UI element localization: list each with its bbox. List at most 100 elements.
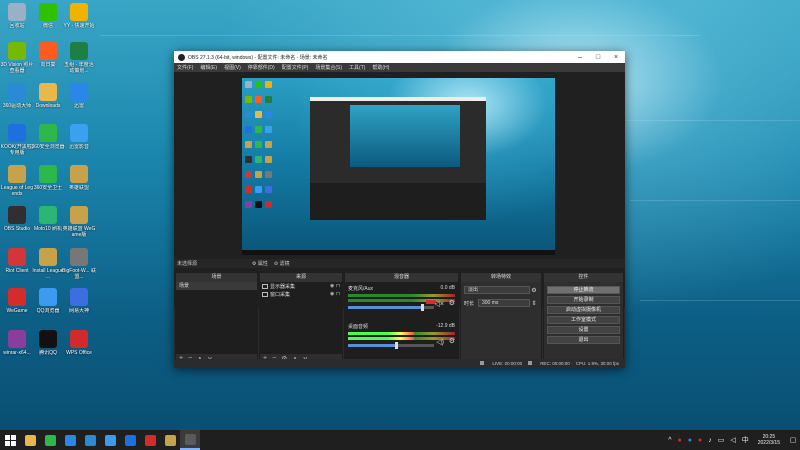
- desktop-icon[interactable]: 360安全卫士: [31, 165, 65, 191]
- tray-app-icon[interactable]: ●: [678, 437, 682, 444]
- volume-slider[interactable]: [348, 342, 434, 349]
- menu-item[interactable]: 场景集合(S): [315, 64, 342, 71]
- canvas-taskbar: [242, 250, 555, 255]
- desktop-icon[interactable]: OBS Studio: [0, 206, 34, 232]
- scene-item[interactable]: 场景: [176, 282, 257, 290]
- preview-recycle-bin-icon: [245, 81, 252, 88]
- desktop-icon[interactable]: 网易大神: [62, 288, 96, 314]
- chevron-up-icon[interactable]: ^: [668, 437, 671, 444]
- menu-item[interactable]: 配置文件(P): [282, 64, 309, 71]
- minimize-button[interactable]: –: [571, 54, 589, 61]
- desktop-icon[interactable]: Downloads: [31, 83, 65, 109]
- control-button[interactable]: 启动虚拟摄像机: [547, 306, 620, 314]
- network-icon[interactable]: ▭: [718, 436, 725, 444]
- notification-icon[interactable]: ▢: [786, 430, 800, 450]
- obs-titlebar[interactable]: OBS 27.1.3 (64-bit, windows) - 配置文件: 未命名…: [174, 51, 625, 63]
- volume-icon[interactable]: ◁: [730, 436, 735, 444]
- desktop-icon[interactable]: 五组 - 年度活动策划...: [62, 42, 96, 74]
- duration-label: 时长: [464, 300, 475, 307]
- speaker-icon[interactable]: ◁×: [435, 300, 444, 308]
- source-item[interactable]: 显示器采集 ◉ ⊓: [260, 282, 342, 290]
- taskbar-app[interactable]: [20, 430, 40, 450]
- microphone-icon[interactable]: ♪: [708, 437, 712, 444]
- taskbar-app[interactable]: [60, 430, 80, 450]
- obs-window[interactable]: OBS 27.1.3 (64-bit, windows) - 配置文件: 未命名…: [174, 51, 625, 368]
- preview-lol-install-icon: [255, 171, 262, 178]
- close-button[interactable]: ×: [607, 54, 625, 61]
- desktop-icon[interactable]: 腾讯QQ: [31, 330, 65, 356]
- start-button[interactable]: [0, 430, 20, 450]
- control-button[interactable]: 停止推流: [547, 286, 620, 294]
- preview-canvas[interactable]: [242, 78, 555, 255]
- menu-item[interactable]: 工具(T): [349, 64, 365, 71]
- taskbar-app[interactable]: [100, 430, 120, 450]
- desktop-icon[interactable]: KOOK(开黑啦)专用版: [0, 124, 34, 156]
- 360-browser-icon: [44, 434, 56, 446]
- desktop-icon[interactable]: YY - 快速开始: [62, 3, 96, 29]
- filters-button[interactable]: ⊘ 滤镜: [274, 260, 290, 267]
- desktop-icon[interactable]: Install League ...: [31, 248, 65, 280]
- desktop-icon-label: League of Legends: [1, 185, 33, 197]
- control-button[interactable]: 开始录制: [547, 296, 620, 304]
- desktop-icon[interactable]: 英雄联盟 WeGame版: [62, 206, 96, 238]
- desktop-icon[interactable]: 向日葵: [31, 42, 65, 68]
- lock-icon[interactable]: ⊓: [336, 291, 342, 297]
- lock-icon[interactable]: ⊓: [336, 283, 342, 289]
- desktop-icon[interactable]: 微信: [31, 3, 65, 29]
- clock[interactable]: 20:25 2022/3/15: [758, 434, 780, 446]
- menu-item[interactable]: 视图(V): [224, 64, 241, 71]
- preview-lol-icon: [245, 141, 252, 148]
- desktop-icon[interactable]: WeGame: [0, 288, 34, 314]
- duration-input[interactable]: 300 ms: [478, 299, 530, 307]
- desktop-icon[interactable]: QQ浏览器: [31, 288, 65, 314]
- file-explorer-icon: [24, 434, 36, 446]
- desktop-icon[interactable]: WPS Office: [62, 330, 96, 356]
- qq-browser-icon: [39, 288, 57, 306]
- taskbar-app[interactable]: [120, 430, 140, 450]
- menu-item[interactable]: 文件(F): [177, 64, 193, 71]
- windows-logo-icon: [4, 434, 16, 446]
- desktop-icon[interactable]: 3D Vision 照片查看器: [0, 42, 34, 74]
- properties-button[interactable]: ⚙ 属性: [252, 260, 268, 267]
- gear-icon[interactable]: ⚙: [449, 299, 455, 307]
- desktop-icon[interactable]: 360驱动大师: [0, 83, 34, 109]
- desktop-icon[interactable]: League of Legends: [0, 165, 34, 197]
- ime-indicator[interactable]: 中: [742, 435, 749, 445]
- taskbar-app[interactable]: [180, 430, 200, 450]
- speaker-icon[interactable]: ◁): [436, 338, 444, 346]
- scenes-dock: 场景 场景 + − ∧ ∨: [175, 272, 258, 364]
- control-button[interactable]: 退出: [547, 336, 620, 344]
- menu-item[interactable]: 停靠部件(D): [248, 64, 275, 71]
- maximize-button[interactable]: □: [589, 54, 607, 61]
- desktop-icon-label: 向日葵: [40, 62, 56, 68]
- desktop-icon[interactable]: Riot Client: [0, 248, 34, 274]
- channel-name: 麦克风/Aux: [348, 286, 374, 292]
- desktop-icon[interactable]: BigFoot-W... 联盟...: [62, 248, 96, 280]
- menu-item[interactable]: 编辑(E): [200, 64, 217, 71]
- stepper-icon[interactable]: ⇕: [530, 300, 538, 307]
- recycle-bin-icon: [8, 3, 26, 21]
- desktop-icon[interactable]: 英雄联盟: [62, 165, 96, 191]
- gear-icon[interactable]: ⚙: [530, 287, 538, 294]
- mixer-channel: 麦克风/Aux 0.0 dB ◁× ⚙: [345, 282, 458, 320]
- taskbar-app[interactable]: [80, 430, 100, 450]
- desktop-icon[interactable]: Moto10 刷机: [31, 206, 65, 232]
- taskbar-app[interactable]: [140, 430, 160, 450]
- desktop-icon[interactable]: 360安全浏览器: [31, 124, 65, 150]
- desktop-icon[interactable]: 迅雷影音: [62, 124, 96, 150]
- tray-app-icon[interactable]: ●: [698, 437, 702, 444]
- desktop-icon[interactable]: 回收站: [0, 3, 34, 29]
- menu-item[interactable]: 帮助(H): [372, 64, 389, 71]
- transition-select[interactable]: 淡出: [464, 286, 530, 294]
- tray-app-icon[interactable]: ●: [688, 437, 692, 444]
- desktop-icon[interactable]: winrar-x64...: [0, 330, 34, 356]
- control-button[interactable]: 设置: [547, 326, 620, 334]
- volume-slider[interactable]: [348, 304, 434, 311]
- desktop-icon[interactable]: 迅雷: [62, 83, 96, 109]
- control-button[interactable]: 工作室模式: [547, 316, 620, 324]
- gear-icon[interactable]: ⚙: [449, 337, 455, 345]
- taskbar-app[interactable]: [40, 430, 60, 450]
- source-item[interactable]: 窗口采集 ◉ ⊓: [260, 290, 342, 298]
- source-name: 窗口采集: [270, 291, 291, 298]
- taskbar-app[interactable]: [160, 430, 180, 450]
